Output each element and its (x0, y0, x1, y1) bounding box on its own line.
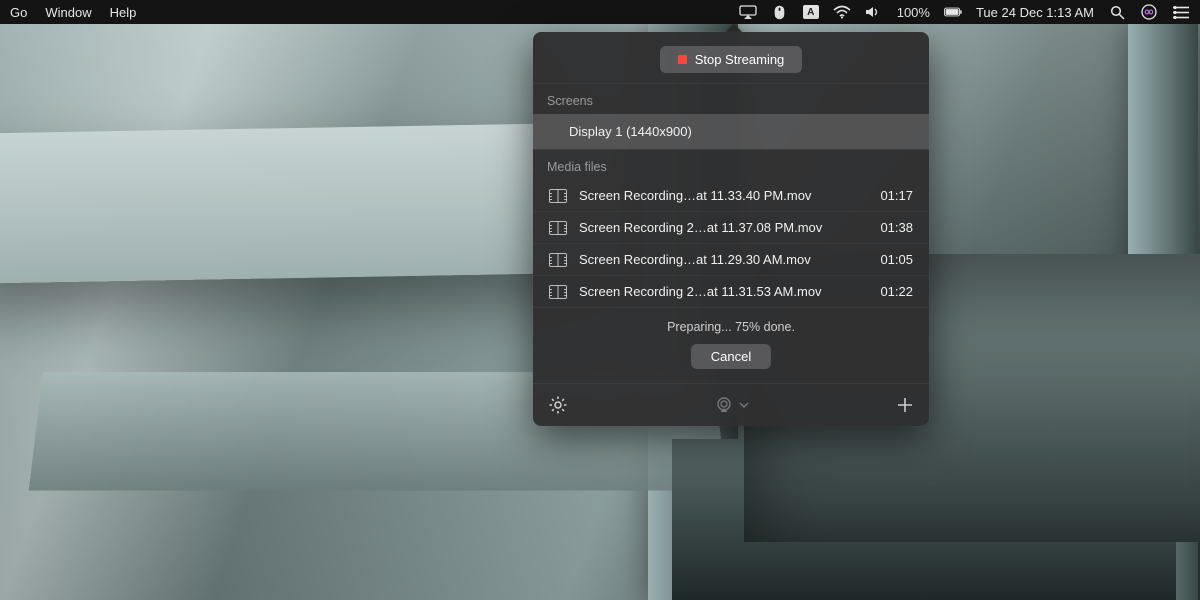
input-source-icon[interactable]: A (803, 5, 819, 19)
media-item[interactable]: Screen Recording 2…at 11.31.53 AM.mov 01… (533, 276, 929, 307)
stop-streaming-button[interactable]: Stop Streaming (660, 46, 803, 73)
film-icon (549, 189, 567, 203)
media-item-duration: 01:17 (880, 188, 913, 203)
film-icon (549, 253, 567, 267)
wifi-icon[interactable] (833, 3, 851, 21)
media-item-name: Screen Recording 2…at 11.37.08 PM.mov (579, 220, 868, 235)
settings-icon[interactable] (549, 396, 567, 414)
media-list: Screen Recording…at 11.33.40 PM.mov 01:1… (533, 180, 929, 307)
film-icon (549, 221, 567, 235)
menubar-left: Go Window Help (10, 5, 136, 20)
preparing-status: Preparing... 75% done. (667, 320, 795, 334)
media-item-name: Screen Recording…at 11.33.40 PM.mov (579, 188, 868, 203)
media-item[interactable]: Screen Recording…at 11.29.30 AM.mov 01:0… (533, 244, 929, 276)
spotlight-icon[interactable] (1108, 3, 1126, 21)
notification-center-icon[interactable] (1172, 3, 1190, 21)
media-item-name: Screen Recording 2…at 11.31.53 AM.mov (579, 284, 868, 299)
media-item-name: Screen Recording…at 11.29.30 AM.mov (579, 252, 868, 267)
cancel-button[interactable]: Cancel (691, 344, 771, 369)
menubar-datetime[interactable]: Tue 24 Dec 1:13 AM (976, 5, 1094, 20)
menu-window[interactable]: Window (45, 5, 91, 20)
menu-go[interactable]: Go (10, 5, 27, 20)
battery-icon[interactable] (944, 3, 962, 21)
menubar-right: A 100% Tue 24 Dec 1:13 AM (739, 3, 1190, 21)
volume-icon[interactable] (865, 3, 883, 21)
battery-percent: 100% (897, 5, 930, 20)
menu-help[interactable]: Help (110, 5, 137, 20)
siri-icon[interactable] (1140, 3, 1158, 21)
display-item[interactable]: Display 1 (1440x900) (533, 114, 929, 149)
airplay-icon[interactable] (739, 3, 757, 21)
stop-streaming-label: Stop Streaming (695, 52, 785, 67)
film-icon (549, 285, 567, 299)
media-section-label: Media files (533, 150, 929, 180)
media-item-duration: 01:38 (880, 220, 913, 235)
mouse-icon[interactable] (771, 3, 789, 21)
panel-footer (533, 383, 929, 426)
airplay-dropdown: Stop Streaming Screens Display 1 (1440x9… (533, 24, 929, 426)
media-item[interactable]: Screen Recording…at 11.33.40 PM.mov 01:1… (533, 180, 929, 212)
chevron-down-icon (739, 401, 749, 409)
record-indicator-icon (678, 55, 687, 64)
media-item-duration: 01:05 (880, 252, 913, 267)
menubar: Go Window Help A 100% Tue 24 Dec 1:13 AM (0, 0, 1200, 24)
media-item[interactable]: Screen Recording 2…at 11.37.08 PM.mov 01… (533, 212, 929, 244)
screens-section-label: Screens (533, 84, 929, 114)
add-button[interactable] (897, 397, 913, 413)
airplay-target-selector[interactable] (715, 397, 749, 413)
airplay-panel: Stop Streaming Screens Display 1 (1440x9… (533, 32, 929, 426)
media-item-duration: 01:22 (880, 284, 913, 299)
